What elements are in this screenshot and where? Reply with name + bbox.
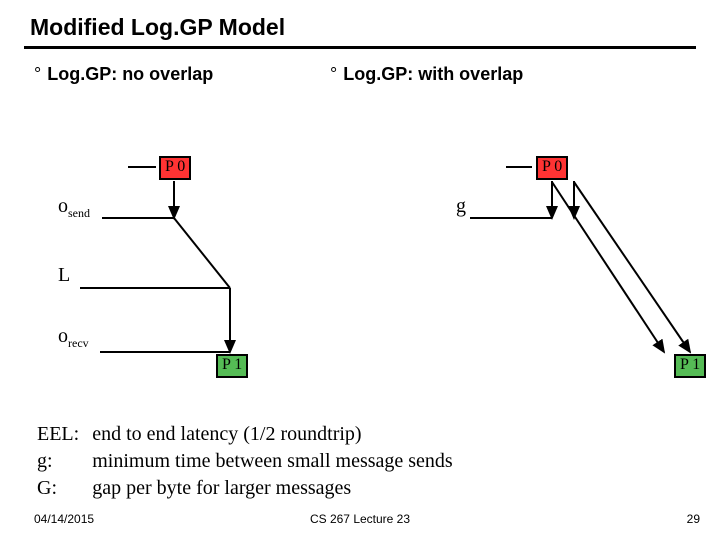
def-row-g: g: minimum time between small message se…: [36, 449, 463, 474]
definitions: EEL: end to end latency (1/2 roundtrip) …: [34, 420, 465, 503]
def-key-big-g: G:: [36, 476, 89, 501]
def-key-g: g:: [36, 449, 89, 474]
def-row-big-g: G: gap per byte for larger messages: [36, 476, 463, 501]
footer-center: CS 267 Lecture 23: [0, 512, 720, 526]
def-row-eel: EEL: end to end latency (1/2 roundtrip): [36, 422, 463, 447]
footer-page: 29: [687, 512, 700, 526]
def-key-eel: EEL:: [36, 422, 89, 447]
def-text-g: minimum time between small message sends: [91, 449, 463, 474]
slide: Modified Log.GP Model °Log.GP: no overla…: [0, 0, 720, 540]
def-text-big-g: gap per byte for larger messages: [91, 476, 463, 501]
def-text-eel: end to end latency (1/2 roundtrip): [91, 422, 463, 447]
